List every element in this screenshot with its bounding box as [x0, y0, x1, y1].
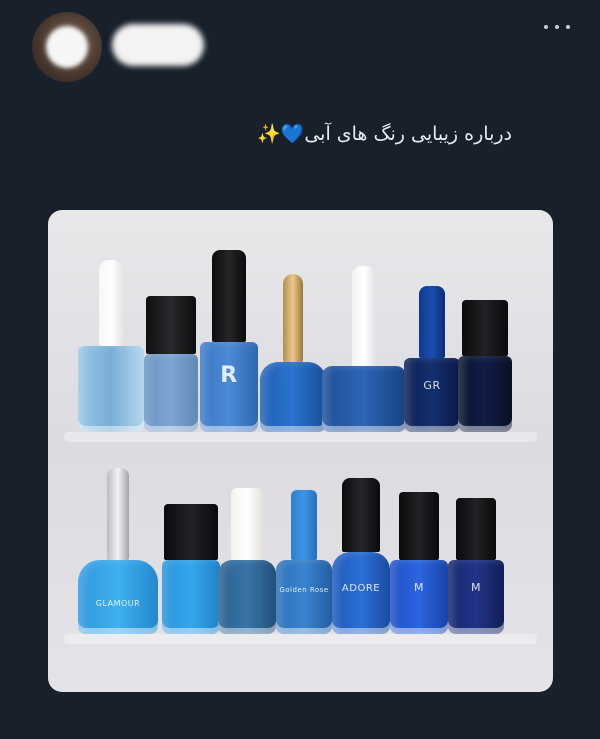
nail-polish-bottle: [218, 488, 276, 634]
shelf-row-2: [64, 634, 537, 644]
username-blurred[interactable]: [112, 24, 204, 66]
nail-polish-bottle: M: [448, 498, 504, 634]
tweet-photo[interactable]: R GR GLAMOUR Golden Rose ADORE M M: [48, 210, 553, 692]
avatar-blur-overlay: [46, 26, 88, 68]
nail-polish-bottle: [260, 274, 326, 432]
more-dots-icon[interactable]: [544, 22, 570, 32]
nail-polish-bottle: [322, 266, 406, 432]
nail-polish-bottle: ADORE: [332, 478, 390, 634]
bottle-label: ADORE: [341, 583, 381, 594]
nail-polish-bottle: [162, 504, 220, 634]
bottle-label: M: [471, 581, 481, 594]
bottle-label: M: [414, 581, 424, 594]
nail-polish-bottle: R: [200, 250, 258, 432]
nail-polish-bottle: Golden Rose: [276, 490, 332, 634]
bottle-label: GR: [423, 379, 441, 392]
shelf-row-1: [64, 432, 537, 442]
nail-polish-bottle: [458, 300, 512, 432]
nail-polish-bottle: GR: [404, 286, 460, 432]
avatar[interactable]: [32, 12, 102, 82]
nail-polish-bottle: GLAMOUR: [78, 468, 158, 634]
bottle-label: R: [220, 363, 238, 388]
nail-polish-bottle: M: [390, 492, 448, 634]
bottle-label: GLAMOUR: [95, 599, 141, 608]
nail-polish-bottle: [144, 296, 198, 432]
tweet-text: درباره زیبایی رنگ های آبی💙✨: [257, 123, 512, 145]
nail-polish-bottle: [78, 260, 144, 432]
tweet-post: درباره زیبایی رنگ های آبی💙✨ R GR GLAMOUR…: [0, 0, 600, 739]
bottle-label: Golden Rose: [279, 586, 329, 594]
